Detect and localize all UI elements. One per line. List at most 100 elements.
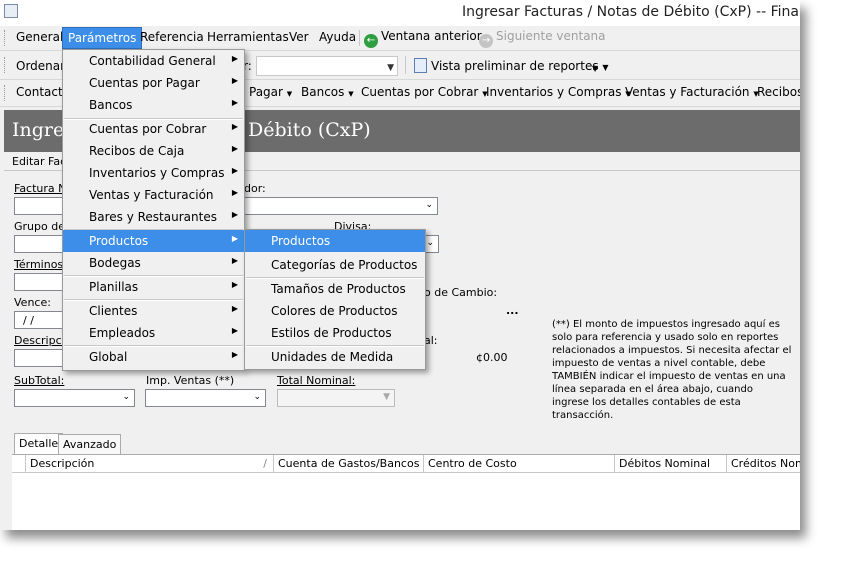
menu-item-bodegas[interactable]: Bodegas ▶ (63, 252, 244, 274)
module-inventarios[interactable]: Inventarios y Compras ▼ (486, 85, 631, 99)
menu-item-label: Contabilidad General (89, 54, 216, 68)
submenu-arrow-icon: ▶ (231, 326, 238, 335)
menu-bar: General Parámetros Referencia Herramient… (0, 26, 800, 51)
menu-item-productos[interactable]: Productos ▶ (63, 230, 244, 252)
menu-item-clientes[interactable]: Clientes ▶ (63, 300, 244, 322)
submenu-arrow-icon: ▶ (231, 350, 238, 359)
detail-grid: Descripción / Cuenta de Gastos/Bancos Ce… (12, 454, 800, 530)
print-preview-button[interactable]: Vista preliminar de reportes ▼ (414, 58, 609, 76)
chevron-down-icon: ⌄ (426, 238, 434, 248)
menu-item-label: Cuentas por Cobrar (89, 122, 207, 136)
submenu-item-estilos[interactable]: Estilos de Productos (245, 322, 425, 344)
submenu-item-productos[interactable]: Productos (245, 230, 425, 252)
order-label: Ordenar: (16, 59, 69, 73)
submenu-arrow-icon: ▶ (231, 234, 238, 243)
preview-label: Vista preliminar de reportes (431, 59, 599, 73)
grupo-label: Grupo de (14, 220, 65, 233)
menu-item-recibos-caja[interactable]: Recibos de Caja ▶ (63, 140, 244, 162)
vence-input[interactable]: / / (14, 311, 69, 329)
column-header-label: Descripción (30, 457, 95, 470)
submenu-item-tamanos[interactable]: Tamaños de Productos (245, 278, 425, 300)
grip-handle[interactable] (4, 30, 8, 46)
page-title-right: Débito (CxP) (248, 119, 371, 141)
menu-ayuda[interactable]: Ayuda (319, 30, 356, 44)
terminos-label: Términos: (14, 258, 67, 271)
impuesto-select[interactable]: ⌄ (145, 389, 266, 407)
chevron-down-icon: ⌄ (122, 392, 130, 402)
forward-arrow-icon: → (479, 34, 493, 48)
column-header-descripcion[interactable]: Descripción / (26, 455, 274, 473)
menu-item-label: Productos (89, 234, 149, 248)
subtotal-select[interactable]: ⌄ (14, 389, 135, 407)
module-cuentas-cobrar[interactable]: Cuentas por Cobrar ▼ (361, 85, 488, 99)
proveedor-label: dor: (244, 182, 266, 195)
submenu-arrow-icon: ▶ (231, 98, 238, 107)
column-header-debitos[interactable]: Débitos Nominal (615, 455, 727, 473)
terminos-input[interactable] (14, 273, 69, 291)
grip-handle[interactable] (4, 57, 8, 73)
menu-item-label: Empleados (89, 326, 156, 340)
menu-parametros[interactable]: Parámetros (62, 27, 143, 49)
menu-item-label: Inventarios y Compras (89, 166, 225, 180)
module-recibos[interactable]: Recibos (757, 85, 800, 99)
column-header-creditos[interactable]: Créditos Nomi (727, 455, 800, 473)
descripcion-input[interactable] (14, 349, 69, 367)
menu-item-cuentas-cobrar[interactable]: Cuentas por Cobrar ▶ (63, 118, 244, 140)
module-ventas[interactable]: Ventas y Facturación ▼ (625, 85, 759, 99)
app-icon[interactable] (4, 4, 18, 18)
menu-herramientas[interactable]: Herramientas (207, 30, 289, 44)
menu-item-label: Bares y Restaurantes (89, 210, 217, 224)
menu-item-planillas[interactable]: Planillas ▶ (63, 276, 244, 298)
menu-item-label: Global (89, 350, 128, 364)
submenu-item-colores[interactable]: Colores de Productos (245, 300, 425, 322)
menu-item-global[interactable]: Global ▶ (63, 346, 244, 368)
menu-general[interactable]: General (16, 30, 63, 44)
module-pagar[interactable]: Pagar ▼ (249, 85, 292, 99)
more-button[interactable]: ... (506, 304, 519, 317)
module-ventas-label: Ventas y Facturación (625, 85, 750, 99)
grip-handle[interactable] (4, 85, 8, 101)
menu-item-inventarios-compras[interactable]: Inventarios y Compras ▶ (63, 162, 244, 184)
module-bancos[interactable]: Bancos ▼ (301, 85, 354, 99)
submenu-item-unidades[interactable]: Unidades de Medida (245, 346, 425, 368)
chevron-down-icon: ⌄ (253, 392, 261, 402)
submenu-arrow-icon: ▶ (231, 54, 238, 63)
back-arrow-icon: ← (364, 34, 378, 48)
total-nominal-label: Total Nominal: (277, 374, 356, 387)
module-inventarios-label: Inventarios y Compras (486, 85, 622, 99)
module-cuentas-cobrar-label: Cuentas por Cobrar (361, 85, 479, 99)
toolbar-separator (405, 56, 406, 74)
menu-item-cuentas-pagar[interactable]: Cuentas por Pagar ▶ (63, 72, 244, 94)
chevron-down-icon: ⌄ (425, 200, 433, 210)
menu-item-label: Cuentas por Pagar (89, 76, 200, 90)
next-window-button[interactable]: → Siguiente ventana (479, 29, 606, 48)
search-combo[interactable]: ▼ (256, 56, 398, 76)
sort-icon: / (263, 457, 267, 470)
menu-item-empleados[interactable]: Empleados ▶ (63, 322, 244, 344)
prev-window-button[interactable]: ← Ventana anterior (364, 29, 482, 48)
menu-item-ventas-facturacion[interactable]: Ventas y Facturación ▶ (63, 184, 244, 206)
menu-item-contabilidad-general[interactable]: Contabilidad General ▶ (63, 50, 244, 72)
menu-item-bares-restaurantes[interactable]: Bares y Restaurantes ▶ (63, 206, 244, 228)
menu-item-bancos[interactable]: Bancos ▶ (63, 94, 244, 116)
submenu-item-label: Estilos de Productos (271, 326, 392, 340)
subtotal-label: SubTotal: (14, 374, 65, 387)
menu-ver[interactable]: Ver (289, 30, 309, 44)
factura-input[interactable] (14, 197, 69, 215)
grupo-input[interactable] (14, 235, 69, 253)
submenu-item-categorias[interactable]: Categorías de Productos (245, 254, 425, 276)
chevron-down-icon[interactable]: ▼ (592, 64, 598, 73)
impuesto-label: Imp. Ventas (**) (146, 374, 235, 387)
factura-label: Factura N (14, 182, 67, 195)
proveedor-select[interactable]: ⌄ (244, 197, 438, 215)
submenu-arrow-icon: ▶ (231, 144, 238, 153)
column-header-centro-costo[interactable]: Centro de Costo (424, 455, 615, 473)
tax-note: (**) El monto de impuestos ingresado aqu… (552, 319, 792, 421)
productos-submenu: Productos Categorías de Productos Tamaño… (244, 229, 426, 370)
submenu-arrow-icon: ▶ (231, 210, 238, 219)
next-window-label: Siguiente ventana (496, 29, 606, 43)
column-header-cuenta[interactable]: Cuenta de Gastos/Bancos (274, 455, 424, 473)
vence-value: / / (23, 314, 34, 327)
menu-referencia[interactable]: Referencia (140, 30, 204, 44)
chevron-down-icon: ▼ (383, 392, 390, 402)
